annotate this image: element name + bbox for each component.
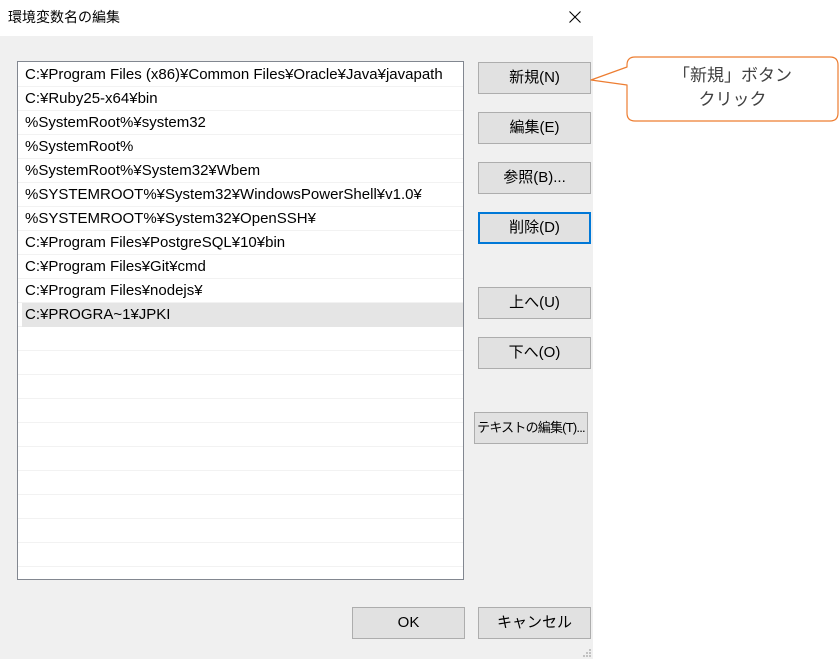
move-up-button[interactable]: 上へ(U) — [478, 287, 591, 319]
list-item[interactable]: C:¥Program Files (x86)¥Common Files¥Orac… — [22, 63, 463, 87]
callout-line-2: クリック — [698, 90, 767, 109]
close-icon — [569, 11, 581, 23]
list-item[interactable]: C:¥Ruby25-x64¥bin — [22, 87, 463, 111]
list-item[interactable]: C:¥Program Files¥PostgreSQL¥10¥bin — [22, 231, 463, 255]
close-button[interactable] — [563, 5, 587, 29]
resize-grip-icon[interactable] — [582, 648, 592, 658]
list-item[interactable]: C:¥PROGRA~1¥JPKI — [22, 303, 463, 327]
list-item[interactable]: %SystemRoot%¥system32 — [22, 111, 463, 135]
browse-button[interactable]: 参照(B)... — [478, 162, 591, 194]
list-item[interactable]: %SYSTEMROOT%¥System32¥WindowsPowerShell¥… — [22, 183, 463, 207]
edit-button[interactable]: 編集(E) — [478, 112, 591, 144]
new-button[interactable]: 新規(N) — [478, 62, 591, 94]
move-down-button[interactable]: 下へ(O) — [478, 337, 591, 369]
callout-line-1: 「新規」ボタン — [673, 66, 792, 85]
list-item[interactable]: %SystemRoot% — [22, 135, 463, 159]
list-item[interactable]: C:¥Program Files¥Git¥cmd — [22, 255, 463, 279]
cancel-button[interactable]: キャンセル — [478, 607, 591, 639]
title-bar: 環境変数名の編集 — [0, 0, 593, 36]
dialog-title: 環境変数名の編集 — [8, 9, 120, 25]
delete-button[interactable]: 削除(D) — [478, 212, 591, 244]
list-item[interactable]: C:¥Program Files¥nodejs¥ — [22, 279, 463, 303]
ok-button[interactable]: OK — [352, 607, 465, 639]
edit-text-button[interactable]: テキストの編集(T)... — [474, 412, 588, 444]
list-item[interactable]: %SYSTEMROOT%¥System32¥OpenSSH¥ — [22, 207, 463, 231]
list-item[interactable]: %SystemRoot%¥System32¥Wbem — [22, 159, 463, 183]
path-list[interactable]: C:¥Program Files (x86)¥Common Files¥Orac… — [17, 61, 464, 580]
callout-text: 「新規」ボタン クリック — [627, 64, 838, 112]
